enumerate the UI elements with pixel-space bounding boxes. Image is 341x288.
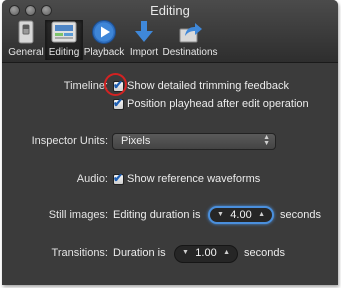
window-title: Editing [150,3,190,18]
play-icon [90,20,118,44]
transition-duration-stepper[interactable]: ▼ 1.00 ▲ [174,245,238,263]
still-images-prefix: Editing duration is [113,209,201,221]
tab-playback[interactable]: Playback [81,20,127,60]
trimming-feedback-text: Show detailed trimming feedback [127,80,290,92]
tab-playback-label: Playback [83,47,125,58]
increment-icon[interactable]: ▲ [258,211,265,218]
checkmark-icon: ✔ [113,171,124,185]
timeline-label: Timeline: [63,80,108,92]
inspector-units-value: Pixels [121,135,151,147]
annotation-circle [104,73,127,96]
tab-import-label: Import [129,47,159,58]
transitions-suffix: seconds [244,247,285,259]
preferences-window: Editing General Editing Playback Import … [2,0,338,285]
reference-waveforms-text: Show reference waveforms [127,173,261,185]
audio-label: Audio: [76,173,108,185]
inspector-units-popup[interactable]: Pixels ▲ ▼ [112,133,276,150]
position-playhead-text: Position playhead after edit operation [127,98,309,110]
checkmark-icon: ✔ [113,96,124,110]
tab-editing[interactable]: Editing [45,20,83,60]
popup-arrows-icon: ▲ ▼ [263,134,270,147]
reference-waveforms-checkbox[interactable]: ✔ [113,171,124,185]
tab-general-label: General [8,47,44,58]
tab-destinations[interactable]: Destinations [161,20,219,60]
download-arrow-icon [130,20,158,44]
increment-icon[interactable]: ▲ [223,249,230,256]
switch-icon [12,20,40,44]
tab-import[interactable]: Import [127,20,161,60]
still-duration-stepper[interactable]: ▼ 4.00 ▲ [208,206,274,224]
title-bar: Editing General Editing Playback Import … [2,0,338,63]
editing-pane: Timeline: ✔ Show detailed trimming feedb… [2,63,338,285]
share-arrow-icon [176,20,204,44]
still-images-suffix: seconds [280,209,321,221]
position-playhead-checkbox[interactable]: ✔ [113,96,124,110]
transitions-label: Transitions: [51,247,108,259]
tab-editing-label: Editing [48,47,80,58]
inspector-units-label: Inspector Units: [31,135,108,147]
transitions-prefix: Duration is [113,247,166,259]
timeline-icon [50,20,78,44]
tab-destinations-label: Destinations [162,47,218,58]
tab-general[interactable]: General [6,20,46,60]
still-images-label: Still images: [48,209,108,221]
